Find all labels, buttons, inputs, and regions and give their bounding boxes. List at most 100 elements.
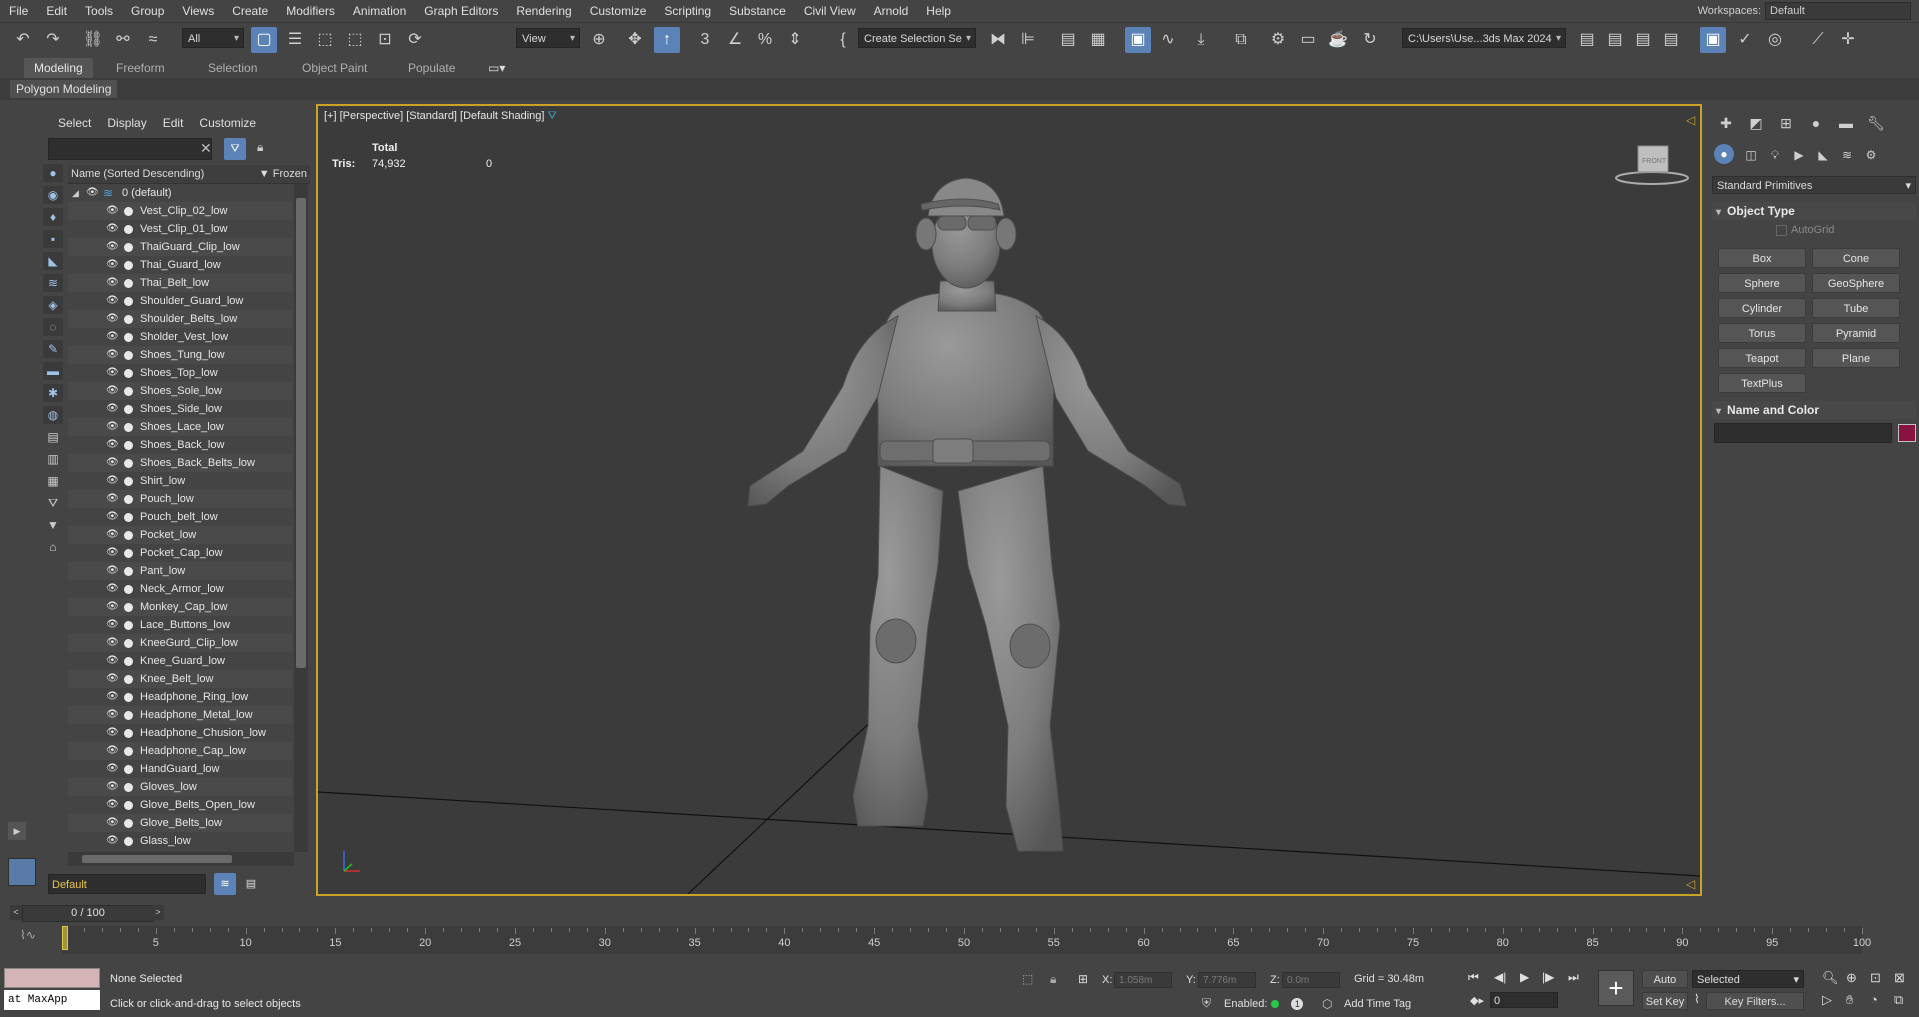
zoom-extents-all-icon[interactable]: ⊠ xyxy=(1894,970,1905,986)
sphere-button[interactable]: Sphere xyxy=(1718,273,1806,293)
menu-arnold[interactable]: Arnold xyxy=(865,0,918,22)
list-item[interactable]: 👁︎ HandGuard_low xyxy=(68,760,292,778)
spinner-snap-icon[interactable]: ⇕ xyxy=(782,27,808,53)
selection-lock-icon[interactable]: 🔒︎ xyxy=(1050,972,1056,987)
geometry-icon[interactable]: ● xyxy=(1714,144,1734,164)
visibility-eye-icon[interactable]: 👁︎ xyxy=(106,796,119,814)
character-model[interactable] xyxy=(747,177,1187,852)
go-to-start-icon[interactable]: ⏮ xyxy=(1468,970,1479,985)
visibility-eye-icon[interactable]: 👁︎ xyxy=(106,436,119,454)
z-coord-field[interactable]: 0.0m xyxy=(1282,972,1340,988)
display-hidden-icon[interactable]: ◍ xyxy=(43,406,63,424)
list-item[interactable]: 👁︎ Pouch_belt_low xyxy=(68,508,292,526)
rotate-select-icon[interactable]: ⟳ xyxy=(402,27,428,53)
project-path-dropdown[interactable]: C:\Users\Use...3ds Max 2024 xyxy=(1402,28,1566,48)
tab-modeling[interactable]: Modeling xyxy=(24,58,93,78)
list-item[interactable]: 👁︎ Vest_Clip_01_low xyxy=(68,220,292,238)
zoom-icon[interactable]: 🔍︎ xyxy=(1822,970,1839,986)
expand-triangle-icon[interactable]: ◢ xyxy=(72,184,79,202)
visibility-eye-icon[interactable]: 👁︎ xyxy=(106,292,119,310)
display-xrefs-icon[interactable]: ✎ xyxy=(43,340,63,358)
menu-civil-view[interactable]: Civil View xyxy=(795,0,865,22)
display-helpers-icon[interactable]: ≋ xyxy=(43,274,63,292)
absolute-mode-icon[interactable]: ⊞ xyxy=(1078,972,1088,986)
display-groups-icon[interactable]: ◌ xyxy=(43,318,63,336)
display-shapes-icon[interactable]: ♦ xyxy=(43,208,63,226)
tab-selection[interactable]: Selection xyxy=(198,58,267,78)
list-item[interactable]: 👁︎ Headphone_Ring_low xyxy=(68,688,292,706)
list-item[interactable]: 👁︎ Knee_Guard_low xyxy=(68,652,292,670)
ribbon-options-icon[interactable]: ▭▾ xyxy=(478,58,515,78)
enabled-count-icon[interactable]: 1 xyxy=(1291,998,1304,1011)
snap-3d-icon[interactable]: 3 xyxy=(692,27,718,53)
scale-select-icon[interactable]: ⊡ xyxy=(372,27,398,53)
go-to-end-icon[interactable]: ⏭ xyxy=(1568,970,1579,985)
visibility-eye-icon[interactable]: 👁︎ xyxy=(106,688,119,706)
list-item[interactable]: 👁︎ Pocket_Cap_low xyxy=(68,544,292,562)
time-slider[interactable]: 0 / 100 xyxy=(22,905,154,922)
scene-explorer-toggle-icon[interactable]: ▤ xyxy=(240,873,262,895)
menu-views[interactable]: Views xyxy=(173,0,223,22)
tab-freeform[interactable]: Freeform xyxy=(106,58,175,78)
bind-spacewarp-icon[interactable]: ≈ xyxy=(140,27,166,53)
y-coord-field[interactable]: 7.776m xyxy=(1198,972,1256,988)
time-prev-arrow-icon[interactable]: < xyxy=(10,905,22,920)
visibility-eye-icon[interactable]: 👁︎ xyxy=(106,202,119,220)
redo-icon[interactable]: ↷ xyxy=(40,27,66,53)
maxscript-listener-pink[interactable] xyxy=(4,968,100,988)
utilities-tab-icon[interactable]: 🔧︎ xyxy=(1864,112,1888,134)
display-frozen-icon[interactable]: ▤ xyxy=(43,428,63,446)
cylinder-button[interactable]: Cylinder xyxy=(1718,298,1806,318)
list-item[interactable]: 👁︎ Shoes_Top_low xyxy=(68,364,292,382)
visibility-eye-icon[interactable]: 👁︎ xyxy=(106,724,119,742)
list-item[interactable]: 👁︎ Vest_Clip_02_low xyxy=(68,202,292,220)
list-item[interactable]: 👁︎ Headphone_Metal_low xyxy=(68,706,292,724)
project-open-icon[interactable]: ▤ xyxy=(1602,27,1628,53)
list-item[interactable]: 👁︎ Shoulder_Guard_low xyxy=(68,292,292,310)
visibility-eye-icon[interactable]: 👁︎ xyxy=(106,472,119,490)
isolate-selection-icon[interactable]: ⬚ xyxy=(1022,972,1033,986)
edit-named-sel-icon[interactable]: { xyxy=(830,27,856,53)
display-spacewarps-icon[interactable]: ◈ xyxy=(43,296,63,314)
display-lights-icon[interactable]: ▪ xyxy=(43,230,63,248)
visibility-eye-icon[interactable]: 👁︎ xyxy=(106,778,119,796)
explorer-vertical-scrollbar[interactable] xyxy=(294,184,308,852)
plane-button[interactable]: Plane xyxy=(1812,348,1900,368)
visibility-eye-icon[interactable]: 👁︎ xyxy=(106,526,119,544)
visibility-eye-icon[interactable]: 👁︎ xyxy=(106,634,119,652)
spacewarps-icon[interactable]: ≋ xyxy=(1836,144,1858,166)
menu-animation[interactable]: Animation xyxy=(344,0,415,22)
visibility-eye-icon[interactable]: 👁︎ xyxy=(86,184,99,202)
visibility-eye-icon[interactable]: 👁︎ xyxy=(106,238,119,256)
visibility-eye-icon[interactable]: 👁︎ xyxy=(106,742,119,760)
list-item[interactable]: 👁︎ Shoes_Lace_low xyxy=(68,418,292,436)
list-item[interactable]: 👁︎ Neck_Armor_low xyxy=(68,580,292,598)
primitive-type-dropdown[interactable]: Standard Primitives ▾ xyxy=(1712,176,1916,194)
pan-icon[interactable]: ✋︎ xyxy=(1846,992,1853,1008)
render-production-icon[interactable]: ☕ xyxy=(1325,27,1351,53)
display-none-icon[interactable]: ● xyxy=(43,164,63,182)
display-bones-icon[interactable]: ▬ xyxy=(43,362,63,380)
display-children-icon[interactable]: ▦ xyxy=(43,472,63,490)
project-folder-icon[interactable]: ▤ xyxy=(1574,27,1600,53)
select-object-icon[interactable]: ▢ xyxy=(251,27,277,53)
menu-help[interactable]: Help xyxy=(917,0,960,22)
menu-graph-editors[interactable]: Graph Editors xyxy=(415,0,507,22)
layer-explorer-toggle-icon[interactable]: ≋ xyxy=(214,873,236,895)
project-new-icon[interactable]: ▤ xyxy=(1658,27,1684,53)
set-keys-icon[interactable]: + xyxy=(1598,970,1634,1006)
filter-toggle-icon[interactable]: ▼ xyxy=(43,516,63,534)
list-item[interactable]: 👁︎ Sholder_Vest_low xyxy=(68,328,292,346)
visibility-eye-icon[interactable]: 👁︎ xyxy=(106,706,119,724)
visibility-eye-icon[interactable]: 👁︎ xyxy=(106,832,119,850)
key-filters-toggle-icon[interactable]: ⌇ xyxy=(1694,992,1700,1006)
motion-tab-icon[interactable]: ● xyxy=(1804,112,1828,134)
link-icon[interactable]: ⛓ xyxy=(80,27,106,53)
next-frame-icon[interactable]: |▶ xyxy=(1542,970,1554,984)
menu-modifiers[interactable]: Modifiers xyxy=(277,0,344,22)
visibility-eye-icon[interactable]: 👁︎ xyxy=(106,814,119,832)
visibility-eye-icon[interactable]: 👁︎ xyxy=(106,346,119,364)
teapot-button[interactable]: Teapot xyxy=(1718,348,1806,368)
curve-editor-icon[interactable]: ∿ xyxy=(1155,27,1181,53)
tube-button[interactable]: Tube xyxy=(1812,298,1900,318)
